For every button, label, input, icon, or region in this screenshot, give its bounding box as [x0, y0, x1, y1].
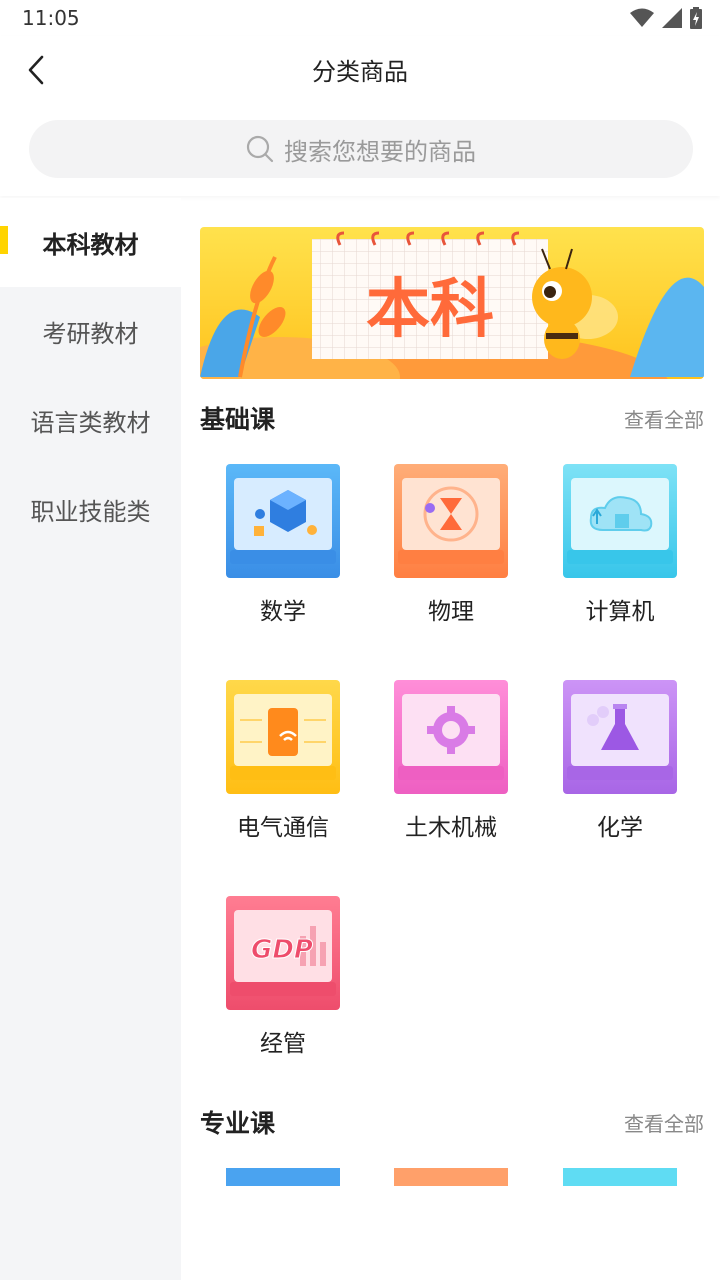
electrical-icon: [226, 680, 340, 794]
banner-illustration: 本科: [200, 227, 704, 379]
section-header-basic: 基础课 查看全部: [200, 400, 704, 440]
category-math[interactable]: 数学: [203, 464, 363, 626]
sidebar-item-label: 考研教材: [42, 320, 139, 348]
sidebar-item-label: 本科教材: [42, 231, 139, 259]
category-label: 物理: [428, 599, 474, 625]
category-tile-partial[interactable]: [394, 1168, 508, 1186]
view-all-link[interactable]: 查看全部: [624, 404, 704, 433]
main-content: 本科 基础课 查看全部 数学 物理 计算机 电气通信 土木机械 化学 GDP 经…: [181, 198, 720, 1280]
category-label: 电气通信: [237, 815, 329, 841]
view-all-link[interactable]: 查看全部: [624, 1108, 704, 1137]
economics-icon: GDP: [226, 896, 340, 1010]
category-economics[interactable]: GDP 经管: [203, 896, 363, 1058]
category-label: 经管: [260, 1031, 306, 1057]
sidebar-item-vocational[interactable]: 职业技能类: [0, 465, 181, 554]
section-header-major: 专业课 查看全部: [200, 1104, 704, 1144]
section-title: 基础课: [200, 405, 276, 434]
header: 分类商品 搜索您想要的商品: [0, 36, 720, 196]
status-icons: [630, 6, 702, 30]
category-electrical[interactable]: 电气通信: [203, 680, 363, 842]
signal-icon: [662, 8, 682, 28]
status-bar: 11:05: [0, 0, 720, 36]
search-icon: [246, 135, 274, 163]
status-time: 11:05: [22, 6, 80, 30]
math-icon: [226, 464, 340, 578]
category-label: 土木机械: [405, 815, 497, 841]
category-banner[interactable]: 本科: [200, 227, 704, 379]
category-civil-mechanical[interactable]: 土木机械: [371, 680, 531, 842]
category-label: 计算机: [585, 599, 655, 625]
category-computer[interactable]: 计算机: [540, 464, 700, 626]
category-label: 化学: [597, 815, 643, 841]
section-title: 专业课: [200, 1109, 276, 1138]
category-chemistry[interactable]: 化学: [540, 680, 700, 842]
sidebar-item-language[interactable]: 语言类教材: [0, 376, 181, 465]
category-physics[interactable]: 物理: [371, 464, 531, 626]
category-label: 数学: [260, 599, 306, 625]
wifi-icon: [630, 8, 654, 27]
computer-icon: [563, 464, 677, 578]
banner-text: 本科: [366, 273, 494, 347]
gdp-text: GDP: [251, 935, 313, 965]
sidebar-item-postgrad[interactable]: 考研教材: [0, 287, 181, 376]
sidebar-item-label: 职业技能类: [30, 498, 151, 526]
category-tile-partial[interactable]: [563, 1168, 677, 1186]
page-title: 分类商品: [312, 58, 408, 86]
civil-mechanical-icon: [394, 680, 508, 794]
chemistry-icon: [563, 680, 677, 794]
category-tile-partial[interactable]: [226, 1168, 340, 1186]
search-input[interactable]: 搜索您想要的商品: [29, 120, 693, 178]
search-placeholder: 搜索您想要的商品: [284, 137, 476, 166]
sidebar-item-label: 语言类教材: [30, 409, 151, 437]
category-sidebar: 本科教材 考研教材 语言类教材 职业技能类: [0, 198, 181, 1280]
sidebar-item-undergrad[interactable]: 本科教材: [0, 198, 181, 287]
battery-icon: [690, 7, 702, 29]
physics-icon: [394, 464, 508, 578]
